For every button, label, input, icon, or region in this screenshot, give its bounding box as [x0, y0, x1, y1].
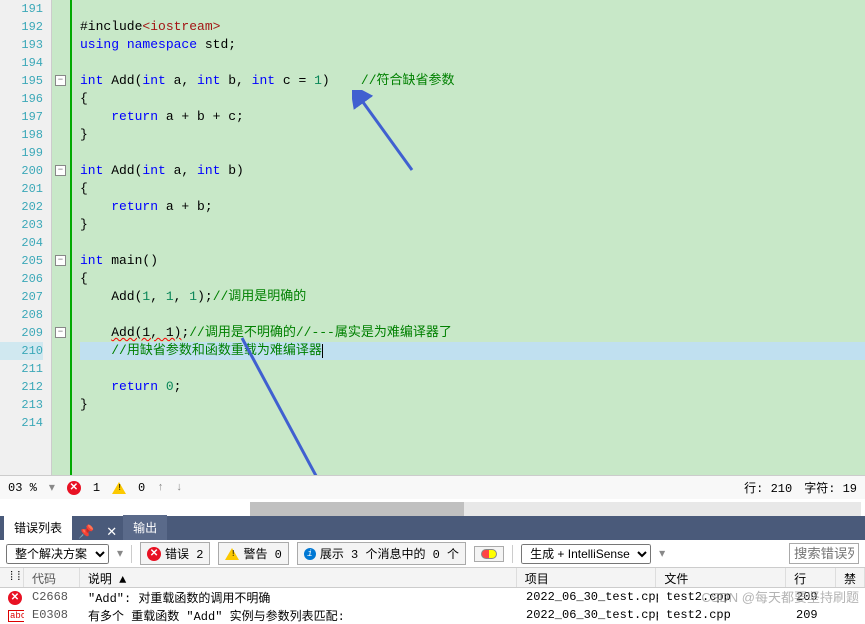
col-icon[interactable]: ⁞⁞: [0, 568, 24, 587]
status-bar: 03 % ▾ ✕ 1 0 ↑ ↓ 行: 210 字符: 19: [0, 475, 865, 499]
intellisense-icon: abc: [8, 610, 24, 622]
error-row[interactable]: abcE0308有多个 重载函数 "Add" 实例与参数列表匹配:2022_06…: [0, 606, 865, 624]
zoom-level[interactable]: 03 %: [8, 481, 37, 495]
col-suppress[interactable]: 禁: [836, 568, 865, 587]
error-filter-bar: 整个解决方案 ▾ ✕ 错误 2 警告 0 i 展示 3 个消息中的 0 个 生成…: [0, 540, 865, 568]
cursor-char: 字符: 19: [804, 479, 857, 496]
code-editor: 1911921931941951961971981992002012022032…: [0, 0, 865, 475]
warning-icon[interactable]: [112, 482, 126, 494]
tab-error-list[interactable]: 错误列表: [4, 515, 72, 540]
warning-icon: [225, 548, 239, 560]
errors-filter-button[interactable]: ✕ 错误 2: [140, 542, 210, 565]
error-icon: ✕: [8, 591, 22, 605]
error-icon[interactable]: ✕: [67, 481, 81, 495]
col-code[interactable]: 代码: [24, 568, 80, 587]
col-file[interactable]: 文件: [656, 568, 786, 587]
error-count: 1: [93, 481, 100, 495]
tab-output[interactable]: 输出: [123, 515, 167, 540]
nav-down-icon[interactable]: ↓: [176, 482, 183, 494]
fold-toggle[interactable]: −: [55, 165, 66, 176]
line-number-gutter: 1911921931941951961971981992002012022032…: [0, 0, 52, 475]
cursor-line: 行: 210: [744, 479, 792, 496]
source-select[interactable]: 生成 + IntelliSense: [521, 544, 651, 564]
error-icon: ✕: [147, 547, 161, 561]
col-description[interactable]: 说明 ▲: [80, 568, 517, 587]
nav-up-icon[interactable]: ↑: [157, 482, 164, 494]
col-project[interactable]: 项目: [517, 568, 657, 587]
fold-toggle[interactable]: −: [55, 75, 66, 86]
warnings-filter-button[interactable]: 警告 0: [218, 542, 288, 565]
code-content[interactable]: #include<iostream>using namespace std;in…: [72, 0, 865, 475]
error-row[interactable]: ✕C2668"Add": 对重载函数的调用不明确2022_06_30_test.…: [0, 588, 865, 606]
fold-toggle[interactable]: −: [55, 327, 66, 338]
fold-toggle[interactable]: −: [55, 255, 66, 266]
pill-icon: [481, 549, 497, 559]
close-icon[interactable]: ✕: [100, 525, 123, 540]
panel-tab-bar: 错误列表 📌 ✕ 输出: [0, 516, 865, 540]
error-grid-body: ✕C2668"Add": 对重载函数的调用不明确2022_06_30_test.…: [0, 588, 865, 624]
info-icon: i: [304, 548, 316, 560]
horizontal-scrollbar[interactable]: [250, 502, 861, 516]
scope-select[interactable]: 整个解决方案: [6, 544, 109, 564]
error-grid-header: ⁞⁞ 代码 说明 ▲ 项目 文件 行 禁: [0, 568, 865, 588]
pin-icon[interactable]: 📌: [72, 525, 100, 540]
messages-filter-button[interactable]: i 展示 3 个消息中的 0 个: [297, 542, 466, 565]
search-input[interactable]: [789, 543, 859, 564]
fold-column: − − − −: [52, 0, 72, 475]
build-filter-button[interactable]: [474, 546, 504, 562]
col-line[interactable]: 行: [786, 568, 836, 587]
warning-count: 0: [138, 481, 145, 495]
